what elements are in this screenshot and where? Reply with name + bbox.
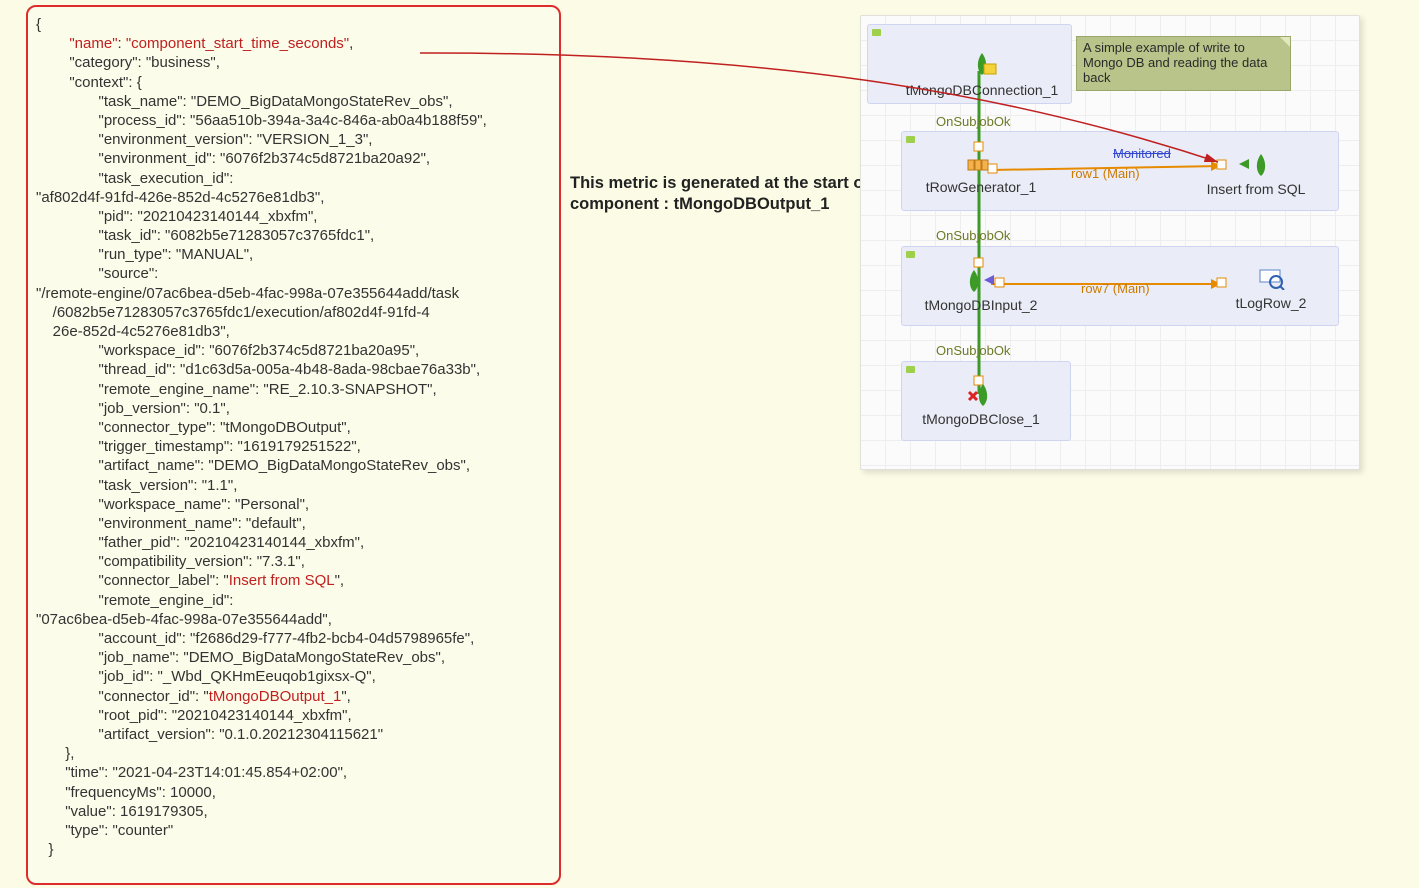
json-metric-panel: { "name": "component_start_time_seconds"… xyxy=(26,5,561,885)
link-row1: row1 (Main) xyxy=(1071,166,1140,181)
link-monitored: Monitored xyxy=(1113,146,1171,161)
json-text: { "name": "component_start_time_seconds"… xyxy=(36,15,551,859)
job-designer-canvas: A simple example of write to Mongo DB an… xyxy=(860,15,1360,470)
component-label: tMongoDBConnection_1 xyxy=(897,82,1067,98)
mongodb-close-icon xyxy=(967,382,995,406)
component-tLogRow[interactable]: tLogRow_2 xyxy=(1211,268,1331,311)
component-tMongoDBConnection[interactable]: tMongoDBConnection_1 xyxy=(897,51,1067,98)
component-tMongoDBInput[interactable]: tMongoDBInput_2 xyxy=(921,268,1041,313)
component-label: tLogRow_2 xyxy=(1211,295,1331,311)
component-tRowGenerator[interactable]: tRowGenerator_1 xyxy=(921,154,1041,195)
link-onsubjobok-2: OnSubjobOk xyxy=(936,228,1010,243)
component-tMongoDBClose[interactable]: tMongoDBClose_1 xyxy=(921,382,1041,427)
mongodb-leaf-icon xyxy=(967,51,997,77)
logrow-icon xyxy=(1256,268,1286,290)
link-onsubjobok-3: OnSubjobOk xyxy=(936,343,1010,358)
mongodb-input-icon xyxy=(964,268,998,292)
rowgenerator-icon xyxy=(966,154,996,174)
component-label: tRowGenerator_1 xyxy=(921,179,1041,195)
link-row7: row7 (Main) xyxy=(1081,281,1150,296)
insert-leaf-icon xyxy=(1239,152,1273,176)
component-label: tMongoDBInput_2 xyxy=(921,297,1041,313)
component-label: tMongoDBClose_1 xyxy=(921,411,1041,427)
metric-caption: This metric is generated at the start of… xyxy=(570,173,870,214)
designer-note[interactable]: A simple example of write to Mongo DB an… xyxy=(1076,36,1291,91)
component-label: Insert from SQL xyxy=(1196,181,1316,197)
component-tMongoDBOutput[interactable]: Insert from SQL xyxy=(1196,152,1316,197)
link-onsubjobok-1: OnSubjobOk xyxy=(936,114,1010,129)
